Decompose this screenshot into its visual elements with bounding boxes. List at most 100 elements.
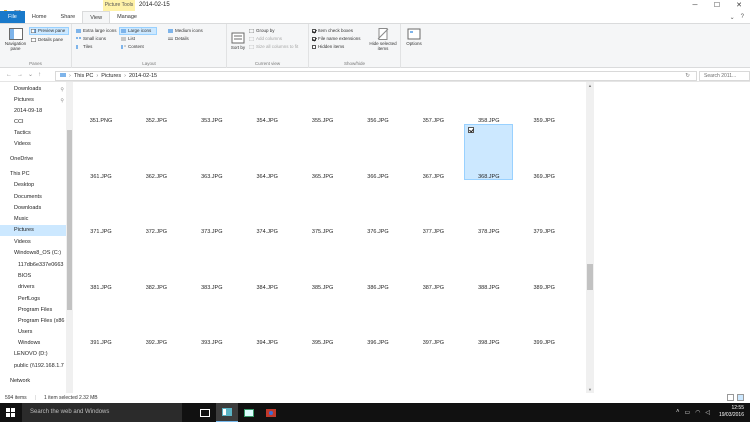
properties-icon[interactable]	[14, 3, 21, 16]
hide-selected-items-button[interactable]: Hide selected items	[368, 28, 398, 51]
file-item[interactable]: 374.JPG	[242, 229, 292, 235]
breadcrumb-2014-02-15[interactable]: 2014-02-15	[129, 73, 157, 79]
nav-item-program-files[interactable]: Program Files	[18, 305, 66, 316]
selected-file-highlight[interactable]	[464, 123, 514, 180]
nav-item-lenovo-d[interactable]: LENOVO (D:)	[14, 349, 66, 360]
file-item[interactable]: 360.JPG	[575, 118, 586, 124]
nav-item-pictures[interactable]: Pictures	[0, 225, 66, 236]
file-item[interactable]: 370.JPG	[575, 174, 586, 180]
file-item[interactable]: 377.JPG	[408, 229, 458, 235]
file-item[interactable]: 397.JPG	[408, 340, 458, 346]
tiles-option[interactable]: Tiles	[76, 44, 92, 49]
tab-file[interactable]: File	[0, 11, 25, 23]
pin-icon[interactable]: ⚲	[60, 87, 64, 93]
file-item[interactable]: 368.JPG	[464, 174, 514, 180]
medium-icons-option[interactable]: Medium icons	[168, 28, 203, 33]
file-item[interactable]: 395.JPG	[298, 340, 348, 346]
nav-item-public-share[interactable]: public (\\192.168.1.7	[14, 361, 66, 372]
nav-item-pictures-quick[interactable]: Pictures	[14, 95, 66, 106]
nav-item-network[interactable]: Network	[10, 376, 66, 387]
file-item[interactable]: 353.JPG	[187, 118, 237, 124]
file-item[interactable]: 357.JPG	[408, 118, 458, 124]
taskbar-app-window[interactable]	[238, 403, 260, 422]
file-item[interactable]: 356.JPG	[353, 118, 403, 124]
file-item[interactable]: 398.JPG	[464, 340, 514, 346]
nav-item-windows8-os[interactable]: Windows8_OS (C:)	[14, 248, 66, 259]
file-item[interactable]: 391.JPG	[76, 340, 126, 346]
file-item[interactable]: 389.JPG	[519, 285, 569, 291]
nav-item-117db6e337e0663[interactable]: 117db6e337e0663	[18, 260, 66, 271]
navigation-pane-button[interactable]: Navigation pane	[2, 28, 29, 51]
file-item[interactable]: 378.JPG	[464, 229, 514, 235]
nav-item-documents[interactable]: Documents	[14, 192, 66, 203]
list-option[interactable]: List	[121, 36, 135, 41]
options-button[interactable]: Options	[403, 28, 425, 46]
file-item[interactable]: 392.JPG	[131, 340, 181, 346]
file-item[interactable]: 388.JPG	[464, 285, 514, 291]
new-folder-icon[interactable]	[24, 3, 31, 16]
details-pane-button[interactable]: Details pane	[31, 37, 63, 42]
nav-item-drivers[interactable]: drivers	[18, 282, 66, 293]
refresh-icon[interactable]: ↻	[685, 73, 690, 79]
preview-pane-button[interactable]: Preview pane	[31, 28, 65, 33]
back-arrow-icon[interactable]: ←	[6, 69, 12, 82]
nav-item-2014-09-18[interactable]: 2014-09-18	[14, 106, 66, 117]
file-item[interactable]: 362.JPG	[131, 174, 181, 180]
file-item[interactable]: 381.JPG	[76, 285, 126, 291]
tab-share[interactable]: Share	[54, 11, 83, 23]
nav-item-downloads-quick[interactable]: Downloads	[14, 84, 66, 95]
close-button[interactable]: ✕	[728, 0, 750, 11]
nav-scrollbar-thumb[interactable]	[67, 130, 72, 310]
chevron-down-icon[interactable]: ⌄	[730, 14, 735, 21]
file-item[interactable]: 390.JPG	[575, 285, 586, 291]
extra-large-icons-option[interactable]: Extra large icons	[76, 28, 117, 33]
nav-item-this-pc[interactable]: This PC	[10, 169, 66, 180]
file-grid-scrollbar-thumb[interactable]	[587, 264, 593, 290]
file-item[interactable]: 384.JPG	[242, 285, 292, 291]
maximize-button[interactable]: ☐	[706, 0, 728, 11]
nav-item-windows[interactable]: Windows	[18, 338, 66, 349]
start-button[interactable]	[0, 403, 20, 422]
nav-item-music[interactable]: Music	[14, 214, 66, 225]
file-item[interactable]: 382.JPG	[131, 285, 181, 291]
file-item[interactable]: 379.JPG	[519, 229, 569, 235]
nav-item-onedrive[interactable]: OneDrive	[10, 154, 66, 165]
forward-arrow-icon[interactable]: →	[17, 69, 23, 82]
file-item[interactable]: 351.PNG	[76, 118, 126, 124]
file-item[interactable]: 371.JPG	[76, 229, 126, 235]
item-check-boxes-toggle[interactable]: Item check boxes	[312, 28, 353, 33]
file-item[interactable]: 363.JPG	[187, 174, 237, 180]
chevron-down-icon[interactable]: ⌄	[28, 69, 33, 82]
search-input[interactable]: Search 2011...	[699, 71, 750, 81]
pin-icon[interactable]: ⚲	[60, 98, 64, 104]
task-view-button[interactable]	[194, 403, 216, 422]
file-item[interactable]: 373.JPG	[187, 229, 237, 235]
file-item[interactable]: 365.JPG	[298, 174, 348, 180]
nav-item-perflogs[interactable]: PerfLogs	[18, 294, 66, 305]
chevron-up-icon[interactable]: ˄	[676, 409, 680, 416]
small-icons-option[interactable]: Small icons	[76, 36, 106, 41]
nav-scrollbar[interactable]	[66, 82, 73, 393]
file-name-extensions-toggle[interactable]: File name extensions	[312, 36, 361, 41]
breadcrumb-this-pc[interactable]: This PC	[74, 73, 94, 79]
nav-item-tactics[interactable]: Tactics	[14, 128, 66, 139]
scroll-up-icon[interactable]: ▲	[586, 83, 594, 88]
hidden-items-toggle[interactable]: Hidden items	[312, 44, 344, 49]
volume-icon[interactable]: ◁	[705, 409, 710, 416]
file-item[interactable]: 399.JPG	[519, 340, 569, 346]
file-item[interactable]: 355.JPG	[298, 118, 348, 124]
file-item[interactable]: 366.JPG	[353, 174, 403, 180]
taskbar-app-media[interactable]	[260, 403, 282, 422]
file-item[interactable]: 380.JPG	[575, 229, 586, 235]
large-icons-view-icon[interactable]	[737, 394, 744, 401]
file-item[interactable]: 364.JPG	[242, 174, 292, 180]
file-item[interactable]: 359.JPG	[519, 118, 569, 124]
file-item[interactable]: 354.JPG	[242, 118, 292, 124]
sort-by-button[interactable]: Sort by	[229, 32, 247, 50]
file-item[interactable]: 376.JPG	[353, 229, 403, 235]
minimize-button[interactable]: ─	[684, 0, 706, 11]
details-view-icon[interactable]	[727, 394, 734, 401]
address-bar[interactable]: › This PC › Pictures › 2014-02-15 ↻	[55, 71, 697, 81]
checkbox-checked-icon[interactable]	[468, 126, 475, 133]
nav-item-users[interactable]: Users	[18, 327, 66, 338]
